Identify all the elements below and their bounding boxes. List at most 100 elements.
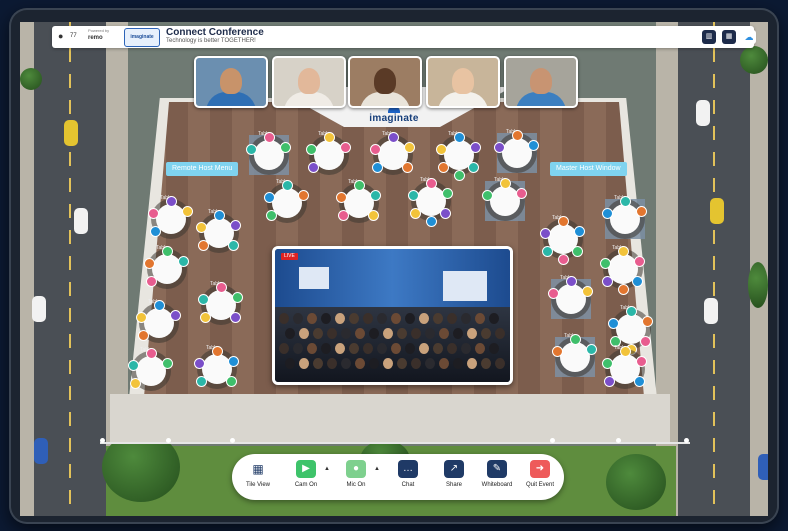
attendee-avatar[interactable]	[324, 132, 335, 143]
cloud-icon[interactable]: ☁	[742, 30, 756, 44]
user-icon[interactable]: ●	[58, 31, 63, 41]
attendee-avatar[interactable]	[298, 190, 309, 201]
attendee-avatar[interactable]	[162, 358, 173, 369]
attendee-avatar[interactable]	[570, 334, 581, 345]
calendar-icon[interactable]: ▦	[722, 30, 736, 44]
attendee-avatar[interactable]	[552, 346, 563, 357]
attendee-avatar[interactable]	[306, 144, 317, 155]
attendee-avatar[interactable]	[280, 142, 291, 153]
attendee-avatar[interactable]	[154, 300, 165, 311]
attendee-avatar[interactable]	[228, 240, 239, 251]
attendee-avatar[interactable]	[230, 220, 241, 231]
participant-video-tile[interactable]	[426, 56, 500, 108]
attendee-avatar[interactable]	[558, 216, 569, 227]
main-stage-video[interactable]: LIVE	[272, 246, 513, 385]
attendee-avatar[interactable]	[548, 288, 559, 299]
attendee-avatar[interactable]	[442, 188, 453, 199]
participant-video-tile[interactable]	[504, 56, 578, 108]
attendee-avatar[interactable]	[148, 208, 159, 219]
attendee-avatar[interactable]	[264, 132, 275, 143]
attendee-avatar[interactable]	[404, 142, 415, 153]
attendee-avatar[interactable]	[620, 346, 631, 357]
attendee-avatar[interactable]	[338, 210, 349, 221]
attendee-avatar[interactable]	[182, 206, 193, 217]
attendee-avatar[interactable]	[282, 180, 293, 191]
mic-on-button[interactable]: ● Mic On	[336, 460, 376, 488]
attendee-avatar[interactable]	[178, 256, 189, 267]
attendee-avatar[interactable]	[426, 178, 437, 189]
attendee-avatar[interactable]	[408, 190, 419, 201]
attendee-avatar[interactable]	[410, 208, 421, 219]
attendee-avatar[interactable]	[370, 190, 381, 201]
attendee-avatar[interactable]	[138, 330, 149, 341]
attendee-avatar[interactable]	[226, 376, 237, 387]
cam-on-button[interactable]: ▶ Cam On	[286, 460, 326, 488]
mic-options-caret-icon[interactable]: ▲	[374, 466, 380, 472]
attendee-avatar[interactable]	[632, 276, 643, 287]
attendee-avatar[interactable]	[372, 162, 383, 173]
attendee-avatar[interactable]	[228, 356, 239, 367]
participant-video-tile[interactable]	[194, 56, 268, 108]
attendee-avatar[interactable]	[642, 316, 653, 327]
attendee-avatar[interactable]	[542, 246, 553, 257]
attendee-avatar[interactable]	[494, 142, 505, 153]
attendee-avatar[interactable]	[582, 286, 593, 297]
broadcast-icon[interactable]: ▥	[702, 30, 716, 44]
attendee-avatar[interactable]	[266, 210, 277, 221]
attendee-avatar[interactable]	[246, 144, 257, 155]
attendee-avatar[interactable]	[196, 376, 207, 387]
attendee-avatar[interactable]	[340, 142, 351, 153]
quit-event-button[interactable]: ➜ Quit Event	[520, 460, 560, 488]
attendee-avatar[interactable]	[602, 276, 613, 287]
attendee-avatar[interactable]	[170, 310, 181, 321]
attendee-avatar[interactable]	[604, 376, 615, 387]
attendee-avatar[interactable]	[602, 208, 613, 219]
attendee-avatar[interactable]	[150, 226, 161, 237]
attendee-avatar[interactable]	[440, 208, 451, 219]
attendee-avatar[interactable]	[402, 162, 413, 173]
attendee-avatar[interactable]	[618, 246, 629, 257]
attendee-avatar[interactable]	[196, 222, 207, 233]
attendee-avatar[interactable]	[640, 336, 651, 347]
attendee-avatar[interactable]	[634, 376, 645, 387]
whiteboard-button[interactable]: ✎ Whiteboard	[474, 460, 520, 488]
attendee-avatar[interactable]	[216, 282, 227, 293]
attendee-avatar[interactable]	[426, 216, 437, 227]
attendee-avatar[interactable]	[516, 188, 527, 199]
attendee-avatar[interactable]	[212, 346, 223, 357]
attendee-avatar[interactable]	[194, 358, 205, 369]
attendee-avatar[interactable]	[136, 312, 147, 323]
attendee-avatar[interactable]	[470, 142, 481, 153]
attendee-avatar[interactable]	[586, 344, 597, 355]
attendee-avatar[interactable]	[566, 276, 577, 287]
attendee-avatar[interactable]	[634, 256, 645, 267]
attendee-avatar[interactable]	[264, 192, 275, 203]
attendee-avatar[interactable]	[308, 162, 319, 173]
attendee-avatar[interactable]	[388, 132, 399, 143]
attendee-avatar[interactable]	[232, 292, 243, 303]
participant-video-tile[interactable]	[348, 56, 422, 108]
attendee-avatar[interactable]	[468, 162, 479, 173]
attendee-avatar[interactable]	[602, 358, 613, 369]
attendee-avatar[interactable]	[500, 178, 511, 189]
attendee-avatar[interactable]	[600, 258, 611, 269]
tile-view-button[interactable]: ▦ Tile View	[238, 460, 278, 488]
share-button[interactable]: ↗ Share	[434, 460, 474, 488]
attendee-avatar[interactable]	[198, 240, 209, 251]
attendee-avatar[interactable]	[438, 162, 449, 173]
chat-button[interactable]: … Chat	[388, 460, 428, 488]
attendee-avatar[interactable]	[454, 132, 465, 143]
attendee-avatar[interactable]	[198, 294, 209, 305]
sign-left[interactable]: Remote Host Menu	[166, 162, 239, 176]
attendee-avatar[interactable]	[130, 378, 141, 389]
attendee-avatar[interactable]	[166, 196, 177, 207]
attendee-avatar[interactable]	[482, 190, 493, 201]
attendee-avatar[interactable]	[454, 170, 465, 181]
attendee-avatar[interactable]	[636, 206, 647, 217]
attendee-avatar[interactable]	[336, 192, 347, 203]
attendee-avatar[interactable]	[354, 180, 365, 191]
attendee-avatar[interactable]	[146, 348, 157, 359]
attendee-avatar[interactable]	[540, 228, 551, 239]
attendee-avatar[interactable]	[146, 276, 157, 287]
attendee-avatar[interactable]	[574, 226, 585, 237]
